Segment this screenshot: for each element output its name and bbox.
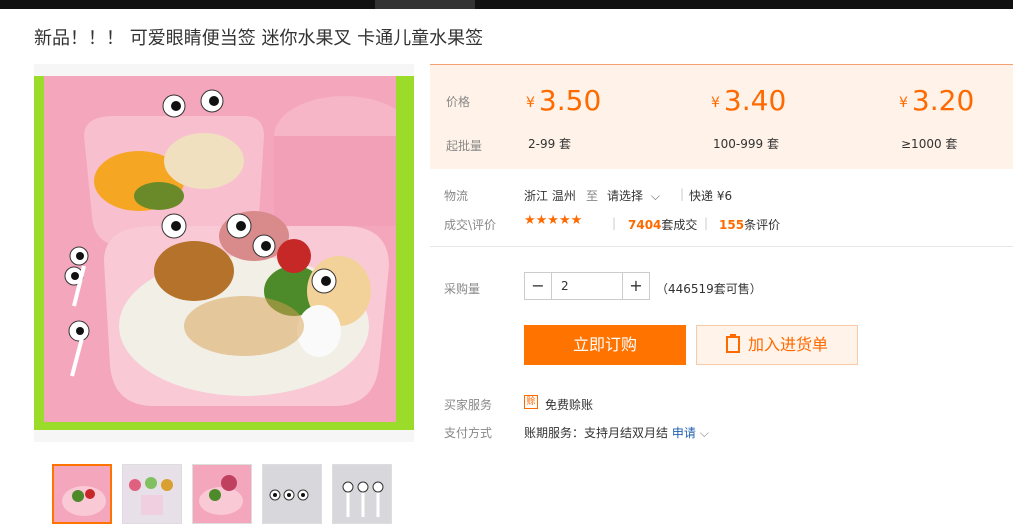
logistics-label: 物流 (444, 189, 469, 203)
chevron-down-icon: ⌵ (650, 189, 660, 203)
price-tier-3: ¥3.20 (899, 84, 975, 117)
decrement-button[interactable]: − (525, 273, 552, 299)
thumbnail-3[interactable] (192, 464, 252, 524)
product-title: 新品！！！ 可爱眼睛便当签 迷你水果叉 卡通儿童水果签 (34, 28, 484, 49)
deals-divider-1: | (612, 216, 617, 230)
stock-available: （446519套可售） (656, 282, 762, 296)
add-to-cart-button[interactable]: 加入进货单 (696, 325, 858, 365)
price-tier-1: ¥3.50 (526, 84, 602, 117)
logistics-origin: 浙江 温州 (524, 189, 576, 203)
min-order-label: 起批量 (446, 139, 483, 153)
service-text[interactable]: 免费赊账 (545, 396, 593, 413)
review-count[interactable]: 155条评价 (719, 216, 780, 233)
active-nav-tab[interactable] (375, 0, 475, 9)
logistics-to: 至 (586, 189, 599, 203)
qty-tier-1: 2-99 套 (528, 137, 572, 151)
clipboard-icon (725, 334, 740, 353)
increment-button[interactable]: + (622, 273, 649, 299)
quantity-stepper: − 2 + (524, 272, 650, 300)
chevron-down-icon: ⌵ (699, 426, 709, 440)
apply-link[interactable]: 申请 (672, 426, 696, 440)
thumbnail-5[interactable] (332, 464, 392, 524)
credit-badge-icon: 赊 (524, 395, 538, 409)
top-nav-bar (0, 0, 1013, 9)
quantity-input[interactable]: 2 (561, 279, 569, 293)
thumbnail-4[interactable] (262, 464, 322, 524)
sold-count[interactable]: 7404套成交 (628, 216, 697, 233)
express-fee: 快递 ¥6 (689, 189, 733, 203)
price-tier-2: ¥3.40 (711, 84, 787, 117)
price-panel: 价格 起批量 ¥3.50 2-99 套 ¥3.40 100-999 套 ¥3.2… (430, 64, 1013, 169)
rating-stars-icon: ★★★★★ (524, 213, 583, 228)
thumbnail-1[interactable] (52, 464, 112, 524)
qty-tier-3: ≥1000 套 (901, 137, 958, 151)
destination-select[interactable]: 请选择 ⌵ (607, 187, 660, 204)
qty-tier-2: 100-999 套 (713, 137, 779, 151)
logistics-divider: | (680, 187, 685, 201)
add-to-cart-label: 加入进货单 (747, 335, 828, 354)
thumbnail-2[interactable] (122, 464, 182, 524)
payment-label: 支付方式 (444, 426, 493, 440)
deals-divider-2: | (704, 216, 709, 230)
service-label: 买家服务 (444, 398, 493, 412)
purchase-label: 采购量 (444, 282, 481, 296)
section-divider (430, 246, 1013, 247)
deals-label: 成交\评价 (444, 218, 497, 232)
payment-text: 账期服务：支持月结双月结 申请 ⌵ (524, 426, 709, 440)
bento-photo (44, 76, 396, 422)
price-label: 价格 (446, 95, 471, 109)
buy-now-button[interactable]: 立即订购 (524, 325, 686, 365)
